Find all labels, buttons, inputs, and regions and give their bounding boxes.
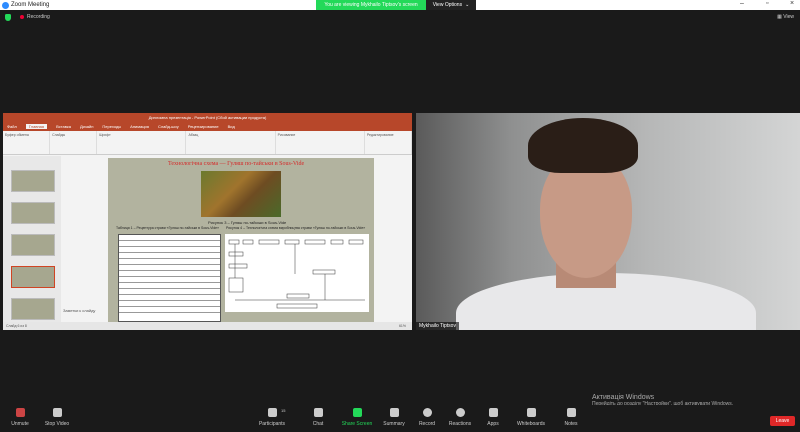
activation-title: Активація Windows — [592, 394, 655, 401]
tab[interactable]: Переходы — [102, 124, 121, 129]
whiteboards-label: Whiteboards — [516, 421, 546, 427]
tab[interactable]: Главная — [25, 124, 48, 129]
whiteboards-button[interactable]: Whiteboards — [511, 408, 551, 427]
reactions-label: Reactions — [448, 421, 472, 427]
viewing-banner: You are viewing Mykhailo Tiptsov's scree… — [316, 0, 426, 10]
recording-label: Recording — [27, 14, 50, 20]
tab[interactable]: Дизайн — [80, 124, 93, 129]
view-label: View — [783, 14, 794, 20]
status-bar: Слайд 6 из 8 61% — [3, 322, 412, 330]
ribbon-group[interactable]: Редактирование — [365, 131, 412, 154]
slide-thumbnail[interactable] — [11, 266, 55, 288]
meeting-topbar: Recording ▦ View — [0, 10, 800, 25]
apps-button[interactable]: Apps — [473, 408, 513, 427]
zoom-level[interactable]: 61% — [399, 322, 406, 330]
ribbon-group[interactable]: Абзац — [186, 131, 276, 154]
tab[interactable]: Рецензирование — [188, 124, 219, 129]
ribbon-tabs: Файл Главная Вставка Дизайн Переходы Ани… — [3, 122, 412, 131]
camera-icon — [52, 408, 62, 417]
apps-icon — [488, 408, 498, 417]
shield-icon[interactable] — [5, 14, 11, 21]
whiteboard-icon — [526, 408, 536, 417]
apps-label: Apps — [487, 421, 499, 427]
view-button[interactable]: ▦ View — [777, 14, 794, 20]
share-screen-button[interactable]: Share Screen — [337, 408, 377, 427]
ribbon-group[interactable]: Слайды — [50, 131, 98, 154]
participants-label: Participants — [258, 421, 286, 427]
tab[interactable]: Анимация — [130, 124, 149, 129]
participant-video[interactable]: Mykhailo Tiptsov — [416, 113, 800, 330]
tab[interactable]: Файл — [7, 124, 17, 129]
slide-thumbnail[interactable] — [11, 170, 55, 192]
meeting-toolbar: Unmute Stop Video Participants 15 Chat S… — [0, 405, 800, 432]
powerpoint-title: Дипломна презентація - PowerPoint (Сбой … — [3, 113, 412, 122]
summary-label: Summary — [383, 421, 405, 427]
reactions-icon — [455, 408, 465, 417]
participants-button[interactable]: Participants — [252, 408, 292, 427]
dish-photo — [201, 171, 281, 217]
summary-icon — [389, 408, 399, 417]
slide-thumbnails — [3, 156, 61, 322]
maximize-icon[interactable]: ▫ — [766, 0, 768, 7]
ribbon: Буфер обмена Слайды Шрифт Абзац Рисовани… — [3, 131, 412, 155]
slide-thumbnail[interactable] — [11, 298, 55, 320]
stop-video-button[interactable]: Stop Video — [37, 408, 77, 427]
zoom-logo-icon — [2, 1, 9, 9]
leave-button[interactable]: Leave — [770, 416, 795, 426]
tab[interactable]: Слайд-шоу — [158, 124, 179, 129]
slide-heading: Технологічна схема — Гуляш по-тайськи в … — [168, 161, 305, 167]
diagram-caption: Рисунок 4 – Технологічна схема виробницт… — [226, 226, 366, 230]
slide-thumbnail[interactable] — [11, 202, 55, 224]
share-screen-icon — [352, 408, 362, 417]
share-screen-label: Share Screen — [341, 421, 373, 427]
slide-canvas[interactable]: Технологічна схема — Гуляш по-тайськи в … — [108, 158, 374, 323]
slide-thumbnail[interactable] — [11, 234, 55, 256]
view-options-button[interactable]: View Options ⌄ — [426, 0, 476, 10]
recording-indicator[interactable]: Recording — [20, 14, 50, 20]
notes-button[interactable]: Notes — [551, 408, 591, 427]
ribbon-group[interactable]: Шрифт — [97, 131, 187, 154]
participant-name: Mykhailo Tiptsov — [416, 322, 459, 330]
ribbon-group[interactable]: Рисование — [276, 131, 365, 154]
participants-icon — [267, 408, 277, 417]
chat-button[interactable]: Chat — [298, 408, 338, 427]
stop-video-label: Stop Video — [44, 421, 70, 427]
notes-icon — [566, 408, 576, 417]
unmute-button[interactable]: Unmute — [0, 408, 40, 427]
shared-screen: Дипломна презентація - PowerPoint (Сбой … — [3, 113, 412, 330]
record-dot-icon — [20, 15, 24, 19]
notes-pane[interactable]: Заметки к слайду — [63, 308, 95, 313]
participants-count: 15 — [281, 408, 286, 413]
table-caption: Таблиця 1 – Рецептура страви «Гуляш по-т… — [116, 226, 220, 230]
flowchart — [228, 239, 365, 309]
video-person-hair — [528, 118, 638, 173]
close-icon[interactable]: × — [790, 0, 794, 7]
view-options-label: View Options — [432, 2, 463, 8]
technology-diagram — [225, 234, 369, 312]
minimize-icon[interactable]: – — [740, 0, 744, 7]
chat-icon — [313, 408, 323, 417]
ribbon-group[interactable]: Буфер обмена — [3, 131, 51, 154]
chat-label: Chat — [312, 421, 324, 427]
figure-caption: Рисунок 3 – Гуляш по-тайськи в Sous-Vide — [208, 220, 287, 225]
unmute-label: Unmute — [11, 421, 29, 427]
notes-label: Notes — [564, 421, 578, 427]
window-title: Zoom Meeting — [11, 2, 50, 8]
chevron-down-icon: ⌄ — [465, 2, 470, 8]
tab[interactable]: Вид — [228, 124, 235, 129]
microphone-muted-icon — [15, 408, 25, 417]
record-label: Record — [418, 421, 436, 427]
recipe-table — [118, 234, 221, 322]
tab[interactable]: Вставка — [56, 124, 71, 129]
slide-status: Слайд 6 из 8 — [6, 324, 27, 328]
record-icon — [422, 408, 432, 417]
